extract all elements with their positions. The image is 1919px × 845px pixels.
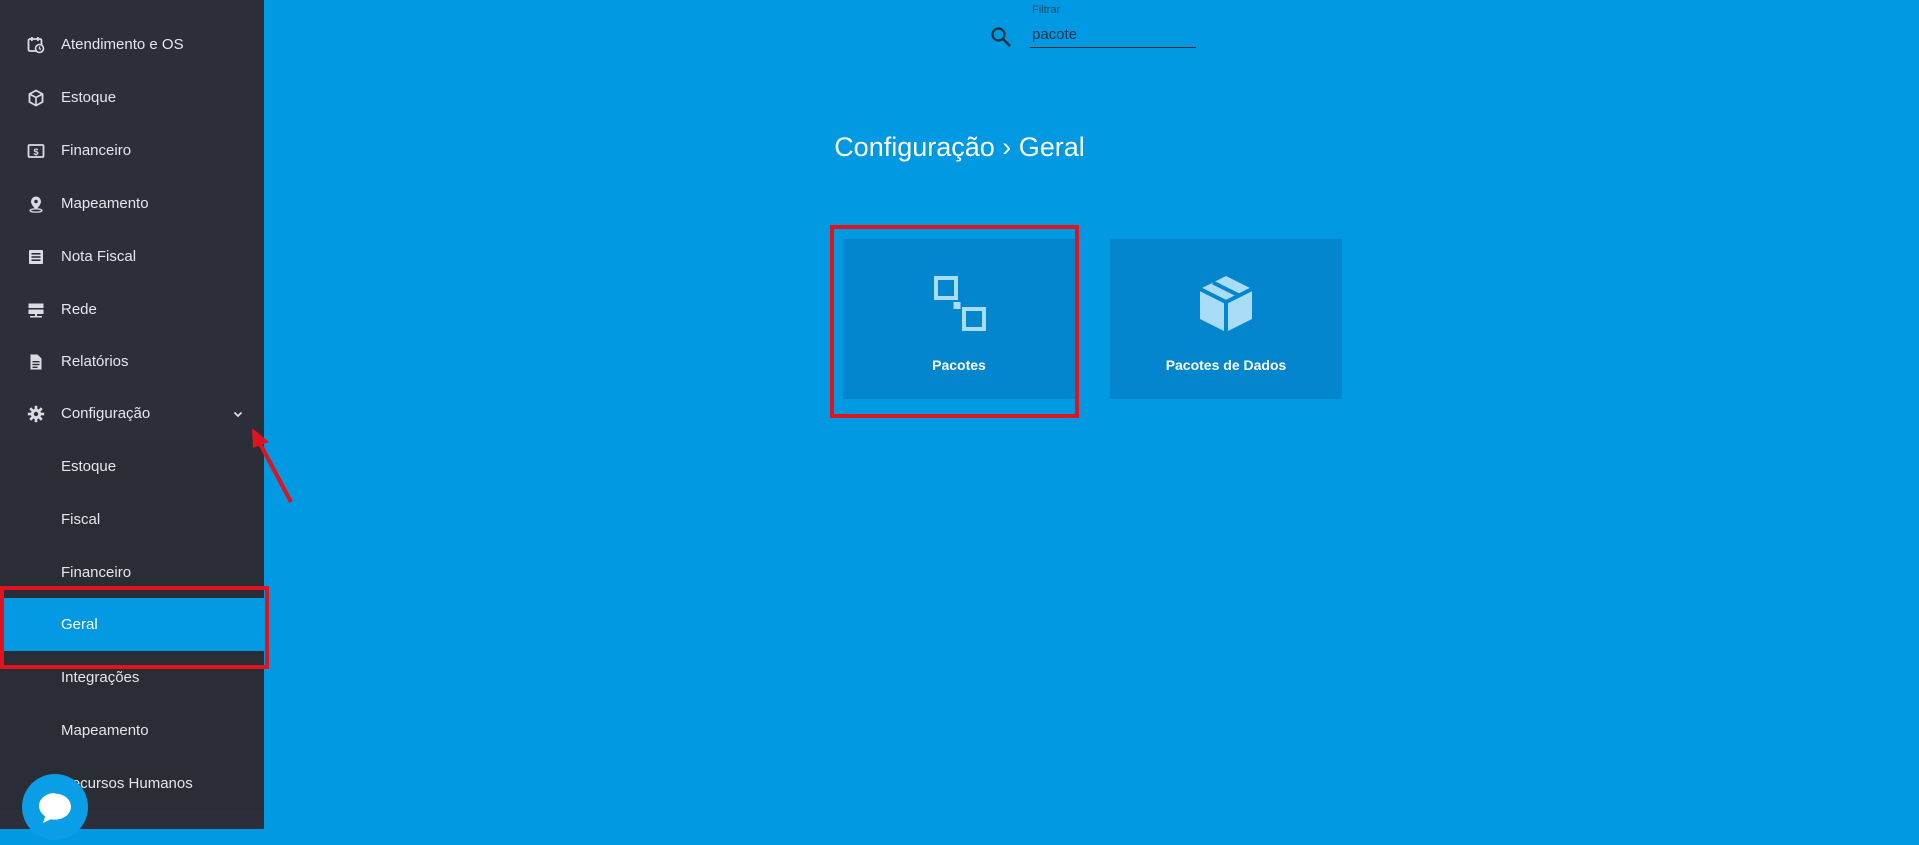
chat-bubble-icon bbox=[39, 793, 71, 823]
packages-icon bbox=[927, 272, 991, 336]
filter-input[interactable] bbox=[1030, 22, 1196, 48]
sidebar-subitem-label: Fiscal bbox=[61, 511, 101, 528]
annotation-arrow bbox=[252, 428, 293, 503]
sidebar-item-label: Configuração bbox=[61, 405, 151, 422]
sidebar-item-label: Nota Fiscal bbox=[61, 248, 137, 265]
sidebar-subitem-financeiro[interactable]: Financeiro bbox=[0, 546, 264, 599]
sidebar-subitem-label: Estoque bbox=[61, 458, 117, 475]
sidebar-subitem-label: Integrações bbox=[61, 669, 140, 686]
filter-search: Filtrar bbox=[990, 4, 1196, 52]
sidebar-item-label: Estoque bbox=[61, 89, 117, 106]
chevron-down-icon[interactable] bbox=[231, 407, 245, 421]
sidebar-item-label: Rede bbox=[61, 301, 97, 318]
cube-icon bbox=[27, 88, 45, 107]
search-icon bbox=[990, 26, 1012, 48]
sidebar-subitem-label: Geral bbox=[61, 616, 98, 633]
sidebar-item-label: Mapeamento bbox=[61, 195, 149, 212]
card-pacotes-de-dados[interactable]: Pacotes de Dados bbox=[1110, 239, 1342, 399]
sidebar-subitem-mapeamento[interactable]: Mapeamento bbox=[0, 704, 264, 757]
card-pacotes[interactable]: Pacotes bbox=[843, 239, 1075, 399]
server-icon bbox=[27, 301, 45, 319]
filter-label: Filtrar bbox=[1032, 4, 1061, 16]
gear-icon bbox=[27, 405, 45, 423]
sidebar-item-estoque[interactable]: Estoque bbox=[0, 71, 264, 124]
sidebar-item-rede[interactable]: Rede bbox=[0, 283, 264, 336]
sidebar-item-label: Atendimento e OS bbox=[61, 36, 184, 53]
page-title: Configuração › Geral bbox=[834, 132, 1085, 162]
sidebar-item-nota-fiscal[interactable]: Nota Fiscal bbox=[0, 230, 264, 283]
sidebar-item-label: Relatórios bbox=[61, 353, 129, 370]
box-icon bbox=[1194, 272, 1258, 336]
sidebar-subitem-label: Mapeamento bbox=[61, 722, 149, 739]
sidebar-subitem-estoque[interactable]: Estoque bbox=[0, 440, 264, 493]
sidebar-subitem-fiscal[interactable]: Fiscal bbox=[0, 493, 264, 546]
sidebar-item-relatorios[interactable]: Relatórios bbox=[0, 335, 264, 388]
sidebar-item-atendimento[interactable]: Atendimento e OS bbox=[0, 18, 264, 71]
document-list-icon bbox=[27, 248, 45, 266]
chat-button[interactable] bbox=[22, 774, 88, 840]
card-label: Pacotes de Dados bbox=[1165, 357, 1287, 373]
report-icon bbox=[27, 353, 45, 371]
sidebar-item-mapeamento[interactable]: Mapeamento bbox=[0, 177, 264, 230]
calendar-clock-icon bbox=[27, 36, 45, 54]
sidebar: Atendimento e OS Estoque $ Financeiro Ma… bbox=[0, 0, 264, 829]
card-label: Pacotes bbox=[932, 357, 986, 373]
sidebar-subitem-geral[interactable]: Geral bbox=[0, 598, 264, 651]
sidebar-item-configuracao[interactable]: Configuração bbox=[0, 387, 264, 440]
sidebar-subitem-integracoes[interactable]: Integrações bbox=[0, 651, 264, 704]
sidebar-subitem-label: Financeiro bbox=[61, 564, 132, 581]
map-pin-icon bbox=[27, 195, 45, 213]
